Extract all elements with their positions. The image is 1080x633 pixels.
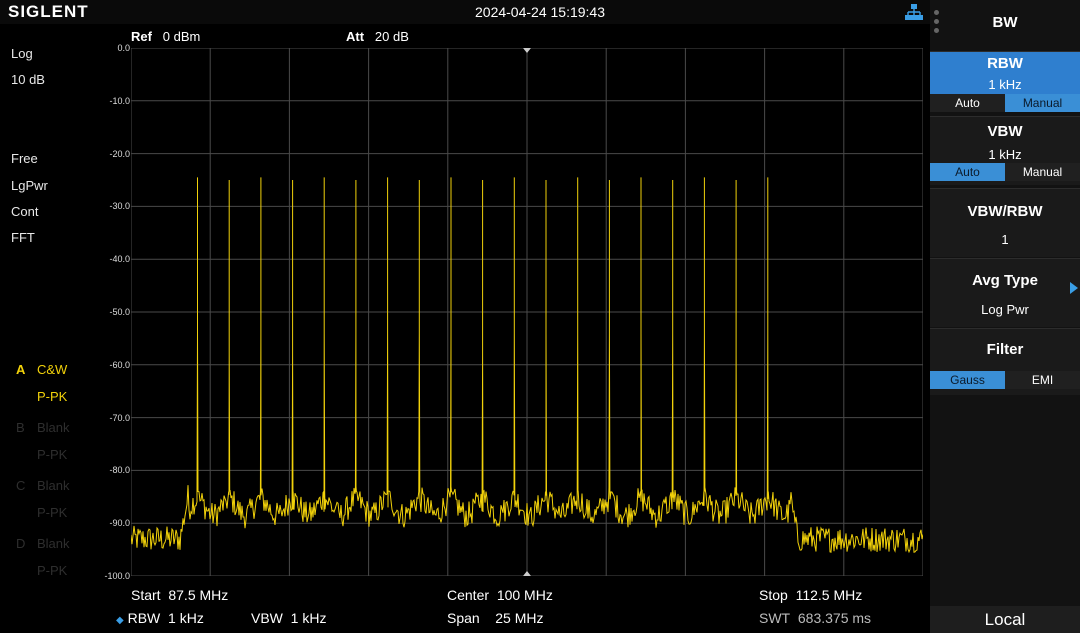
filter-label: Filter: [986, 341, 1024, 358]
trigger-mode: Free: [11, 151, 38, 166]
y-tick-label: -100.0: [104, 571, 130, 581]
vbw-value: 1 kHz: [290, 610, 327, 626]
y-tick-label: 0.0: [117, 43, 130, 53]
trace-letter: A: [16, 362, 26, 377]
ref-label: Ref: [131, 29, 152, 44]
filter-type-toggle[interactable]: Gauss EMI: [930, 371, 1080, 389]
trace-letter: D: [16, 536, 26, 551]
span-label: Span: [447, 610, 480, 626]
rbw-marker-icon: ◆: [116, 615, 124, 626]
vbw-rbw-value: 1: [1001, 232, 1009, 247]
rbw-label: RBW: [127, 610, 161, 626]
rbw-auto-manual-toggle[interactable]: Auto Manual: [930, 94, 1080, 112]
start-freq[interactable]: Start 87.5 MHz: [131, 587, 228, 603]
stop-label: Stop: [759, 587, 788, 603]
sweep-time[interactable]: SWT 683.375 ms: [759, 610, 871, 626]
trace-mode: C&W: [37, 362, 68, 377]
vbw-readout[interactable]: VBW 1 kHz: [251, 610, 326, 626]
ref-value: 0 dBm: [162, 29, 201, 44]
center-label: Center: [447, 587, 490, 603]
sweep-mode: Cont: [11, 204, 39, 219]
trace-detector: P-PK: [37, 563, 68, 578]
center-value: 100 MHz: [496, 587, 553, 603]
softkey-rbw[interactable]: RBW 1 kHz Auto Manual: [930, 51, 1080, 112]
avg-type-value: Log Pwr: [981, 302, 1029, 317]
filter-gauss-option[interactable]: Gauss: [930, 371, 1005, 389]
vbw-label: VBW: [251, 610, 283, 626]
vbw-auto-option[interactable]: Auto: [930, 163, 1005, 181]
rbw-manual-option[interactable]: Manual: [1005, 94, 1080, 112]
menu-title: BW: [992, 14, 1018, 31]
vbw-manual-option[interactable]: Manual: [1005, 163, 1080, 181]
trace-letter: C: [16, 478, 26, 493]
scale-div: 10 dB: [11, 72, 45, 87]
trace-detector: P-PK: [37, 447, 68, 462]
local-button[interactable]: Local: [930, 606, 1080, 633]
rbw-softkey-value: 1 kHz: [988, 77, 1022, 92]
att-label: Att: [346, 29, 365, 44]
trace-mode: Blank: [37, 420, 70, 435]
swt-value: 683.375 ms: [797, 610, 872, 626]
softkey-panel: BW RBW 1 kHz Auto Manual VBW 1 kHz Auto …: [930, 0, 1080, 633]
softkey-avg-type[interactable]: Avg Type Log Pwr: [930, 258, 1080, 327]
softkey-vbw[interactable]: VBW 1 kHz Auto Manual: [930, 116, 1080, 185]
graticule: [131, 48, 923, 576]
scale-type: Log: [11, 46, 33, 61]
stop-freq[interactable]: Stop 112.5 MHz: [759, 587, 862, 603]
filter-emi-option[interactable]: EMI: [1005, 371, 1080, 389]
y-tick-label: -90.0: [109, 518, 130, 529]
softkey-filter[interactable]: Filter Gauss EMI: [930, 328, 1080, 395]
rbw-auto-option[interactable]: Auto: [930, 94, 1005, 112]
network-icon[interactable]: [905, 4, 923, 20]
trace-mode: Blank: [37, 478, 70, 493]
y-tick-label: -20.0: [109, 148, 130, 159]
avg-type-indicator: LgPwr: [11, 178, 48, 193]
stop-value: 112.5 MHz: [795, 587, 863, 603]
center-bottom-marker: [523, 571, 531, 576]
span-value: 25 MHz: [495, 610, 544, 626]
center-top-marker: [523, 48, 531, 53]
y-tick-label: -60.0: [109, 359, 130, 370]
vbw-softkey-label: VBW: [987, 123, 1023, 140]
y-tick-label: -30.0: [109, 201, 130, 212]
avg-type-label: Avg Type: [972, 272, 1038, 289]
trace-letter: B: [16, 420, 25, 435]
center-freq[interactable]: Center 100 MHz: [447, 587, 553, 603]
softkey-vbw-rbw[interactable]: VBW/RBW 1: [930, 188, 1080, 257]
rbw-softkey-label: RBW: [987, 55, 1023, 72]
y-tick-label: -40.0: [109, 254, 130, 265]
top-bar: SIGLENT 2024-04-24 15:19:43: [0, 0, 930, 24]
rbw-readout[interactable]: ◆ RBW 1 kHz: [116, 610, 204, 626]
vbw-rbw-label: VBW/RBW: [967, 203, 1043, 220]
submenu-arrow-icon[interactable]: [1070, 282, 1078, 294]
trace-mode: Blank: [37, 536, 70, 551]
datetime: 2024-04-24 15:19:43: [475, 4, 605, 20]
attenuation[interactable]: Att 20 dB: [346, 29, 409, 44]
rbw-value: 1 kHz: [168, 610, 204, 626]
spectrum-plot[interactable]: [131, 48, 923, 576]
trace-detector: P-PK: [37, 505, 68, 520]
y-tick-label: -10.0: [109, 95, 130, 106]
span[interactable]: Span 25 MHz: [447, 610, 544, 626]
trace-detector: P-PK: [37, 389, 68, 404]
ref-level[interactable]: Ref 0 dBm: [131, 29, 200, 44]
y-tick-label: -80.0: [109, 465, 130, 476]
vbw-auto-manual-toggle[interactable]: Auto Manual: [930, 163, 1080, 181]
start-label: Start: [131, 587, 161, 603]
swt-label: SWT: [759, 610, 791, 626]
vbw-softkey-value: 1 kHz: [988, 147, 1022, 162]
sweep-type: FFT: [11, 230, 35, 245]
att-value: 20 dB: [374, 29, 409, 44]
brand-logo: SIGLENT: [8, 2, 89, 21]
y-tick-label: -70.0: [109, 412, 130, 423]
start-value: 87.5 MHz: [168, 587, 229, 603]
y-tick-label: -50.0: [109, 307, 130, 317]
